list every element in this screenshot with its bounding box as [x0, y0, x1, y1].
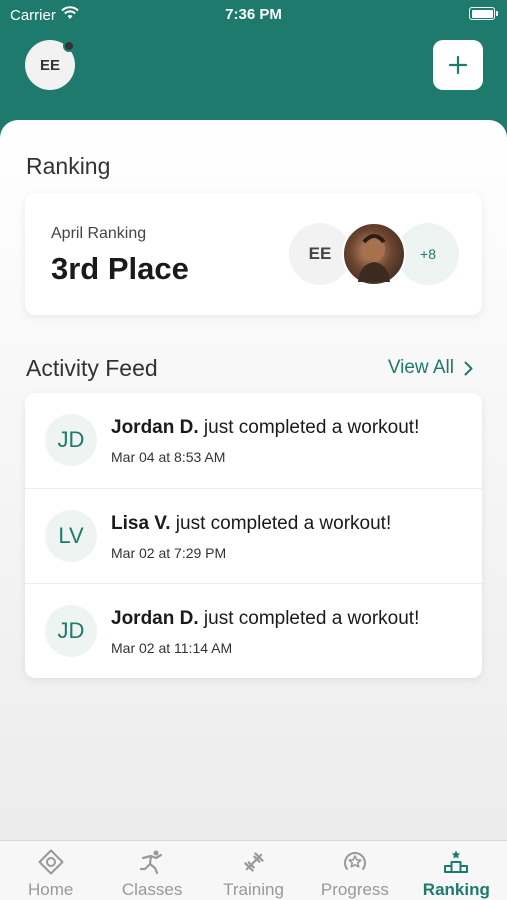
feed-message: Lisa V. just completed a workout! — [111, 513, 391, 535]
tab-label: Progress — [320, 880, 389, 899]
feed-message: Jordan D. just completed a workout! — [111, 608, 419, 630]
activity-feed-list: JD Jordan D. just completed a workout! M… — [25, 393, 482, 678]
main-content: Ranking April Ranking 3rd Place EE +8 Ac… — [0, 120, 507, 840]
add-button[interactable] — [433, 40, 483, 90]
avatar-initials: JD — [57, 427, 85, 452]
feed-action: just completed a workout! — [198, 608, 420, 629]
battery-icon — [469, 7, 498, 20]
ranking-card[interactable]: April Ranking 3rd Place EE +8 — [25, 193, 482, 315]
progress-icon — [304, 849, 405, 875]
person-photo-icon — [358, 234, 390, 282]
tab-classes[interactable]: Classes — [101, 841, 202, 900]
profile-avatar[interactable]: EE — [25, 40, 75, 90]
training-icon — [203, 849, 304, 875]
tab-ranking[interactable]: Ranking — [406, 841, 507, 900]
feed-action: just completed a workout! — [198, 417, 420, 438]
tab-label: Classes — [121, 880, 183, 899]
ranking-place: 3rd Place — [51, 251, 189, 286]
feed-action: just completed a workout! — [170, 513, 392, 534]
list-item[interactable]: JD Jordan D. just completed a workout! M… — [25, 393, 482, 488]
activity-feed-title: Activity Feed — [26, 355, 158, 381]
plus-icon — [448, 55, 468, 75]
feed-user-name: Jordan D. — [111, 608, 199, 629]
more-participants-badge: +8 — [397, 223, 459, 285]
tab-label: Training — [223, 880, 284, 899]
view-all-label: View All — [387, 357, 454, 378]
avatar-initials: JD — [57, 618, 85, 643]
view-all-link[interactable]: View All — [388, 357, 473, 379]
tab-label: Ranking — [422, 880, 490, 899]
ranking-title: Ranking — [26, 153, 111, 179]
list-item[interactable]: JD Jordan D. just completed a workout! M… — [25, 583, 482, 678]
tab-bar: Home Classes Training Progress Ranking — [0, 840, 507, 900]
avatar-initials: EE — [308, 244, 332, 263]
more-count: +8 — [420, 246, 436, 262]
notification-dot — [63, 40, 75, 52]
classes-icon — [101, 849, 202, 875]
avatar: JD — [45, 414, 97, 466]
ranking-period-label: April Ranking — [51, 225, 147, 242]
feed-timestamp: Mar 04 at 8:53 AM — [111, 449, 226, 465]
list-item[interactable]: LV Lisa V. just completed a workout! Mar… — [25, 488, 482, 583]
home-icon — [0, 849, 101, 875]
feed-message: Jordan D. just completed a workout! — [111, 417, 419, 439]
status-time: 7:36 PM — [225, 6, 282, 23]
tab-label: Home — [28, 880, 74, 899]
ranking-avatars: EE +8 — [289, 222, 459, 286]
feed-user-name: Lisa V. — [111, 513, 171, 534]
ranking-icon — [406, 849, 507, 875]
status-bar: Carrier 7:36 PM — [0, 0, 507, 30]
feed-timestamp: Mar 02 at 7:29 PM — [111, 545, 227, 561]
avatar: JD — [45, 605, 97, 657]
tab-home[interactable]: Home — [0, 841, 101, 900]
feed-timestamp: Mar 02 at 11:14 AM — [111, 640, 233, 656]
avatar: LV — [45, 510, 97, 562]
chevron-right-icon — [464, 361, 473, 375]
feed-user-name: Jordan D. — [111, 417, 199, 438]
avatar-initials: LV — [58, 523, 84, 548]
person-photo-avatar — [342, 222, 406, 286]
tab-progress[interactable]: Progress — [304, 841, 405, 900]
tab-training[interactable]: Training — [203, 841, 304, 900]
profile-initials: EE — [39, 56, 60, 74]
